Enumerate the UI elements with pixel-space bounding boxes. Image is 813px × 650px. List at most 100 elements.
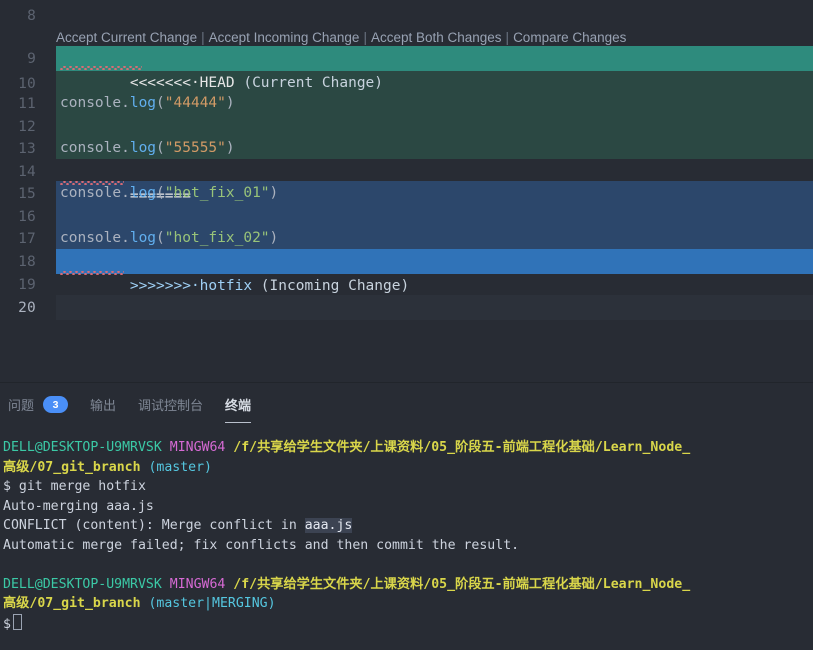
editor-line-13[interactable]: 13 console.log("55555") — [0, 136, 813, 161]
codelens-separator-1: | — [201, 30, 205, 45]
token-paren-close: ) — [225, 95, 235, 111]
line-number: 15 — [18, 185, 36, 202]
token-paren-open: ( — [156, 140, 165, 156]
prompt-path: /f/共享给学生文件夹/上课资料/05_阶段五-前端工程化基础/Learn_No… — [233, 440, 691, 455]
accept-current-change-link[interactable]: Accept Current Change — [56, 30, 197, 45]
token-dot: . — [121, 230, 130, 246]
line-content[interactable]: console.log("55555") — [60, 136, 813, 161]
line-content[interactable]: console.log("44444") — [60, 91, 813, 116]
token-string: "hot_fix_02" — [164, 230, 270, 246]
tab-debug-console[interactable]: 调试控制台 — [138, 391, 203, 423]
error-squiggle — [60, 66, 142, 70]
editor-line-17[interactable]: 17 console.log("hot_fix_02") — [0, 226, 813, 251]
conflict-marker-hotfix: >>>>>>>·hotfix — [129, 278, 253, 294]
token-dot: . — [121, 140, 130, 156]
terminal-cursor — [12, 613, 22, 630]
line-number: 19 — [18, 276, 36, 293]
prompt-path-wrap: 高级/07_git_branch — [3, 596, 141, 611]
token-paren-close: ) — [269, 185, 279, 201]
token-paren-open: ( — [156, 185, 165, 201]
editor-line-11[interactable]: 11 console.log("44444") — [0, 91, 813, 116]
conflict-label-incoming: (Incoming Change) — [252, 278, 410, 294]
prompt-user-host: DELL@DESKTOP-U9MRVSK — [3, 440, 162, 455]
line-number: 9 — [27, 50, 36, 67]
line-content[interactable]: console.log("hot_fix_02") — [60, 226, 813, 251]
terminal-output[interactable]: DELL@DESKTOP-U9MRVSK MINGW64 /f/共享给学生文件夹… — [0, 438, 813, 650]
editor-line-18[interactable]: 18 >>>>>>>·hotfix (Incoming Change) — [0, 249, 813, 294]
terminal-conflict-line: CONFLICT (content): Merge conflict in aa… — [0, 516, 813, 536]
prompt-branch: (master|MERGING) — [148, 596, 276, 611]
line-number: 10 — [18, 75, 36, 92]
prompt-branch: (master) — [148, 459, 213, 475]
line-number: 14 — [18, 163, 36, 180]
codelens-separator-2: | — [363, 30, 367, 45]
tab-label: 输出 — [90, 398, 117, 413]
output-text: Auto-merging aaa.js — [3, 498, 154, 514]
line-number: 13 — [18, 140, 36, 157]
vscode-window: 8 Accept Current Change | Accept Incoming … — [0, 0, 813, 650]
accept-both-changes-link[interactable]: Accept Both Changes — [371, 30, 502, 45]
token-console: console — [60, 140, 122, 156]
scrolled-off-line-fragment — [0, 0, 813, 5]
prompt-path-wrap: 高级/07_git_branch — [3, 459, 141, 475]
conflict-marker-head: <<<<<<<·HEAD — [129, 75, 235, 91]
token-string: "55555" — [164, 140, 226, 156]
line-content[interactable]: >>>>>>>·hotfix (Incoming Change) — [60, 249, 813, 294]
token-log: log — [129, 95, 157, 111]
terminal-line: DELL@DESKTOP-U9MRVSK MINGW64 /f/共享给学生文件夹… — [0, 438, 813, 458]
token-console: console — [60, 230, 122, 246]
editor-line-8[interactable]: 8 — [0, 3, 813, 28]
token-paren-open: ( — [156, 230, 165, 246]
line-number: 17 — [18, 230, 36, 247]
line-number: 16 — [18, 208, 36, 225]
token-log: log — [129, 140, 157, 156]
line-content[interactable]: <<<<<<<·HEAD (Current Change) — [60, 46, 813, 91]
accept-incoming-change-link[interactable]: Accept Incoming Change — [209, 30, 360, 45]
token-paren-close: ) — [225, 140, 235, 156]
terminal-line: 高级/07_git_branch (master|MERGING) — [0, 594, 813, 614]
line-number: 11 — [18, 95, 36, 112]
panel-tab-bar[interactable]: 问题 3 输出 调试控制台 终端 — [0, 391, 813, 427]
token-dot: . — [121, 185, 130, 201]
terminal-line: Auto-merging aaa.js — [0, 497, 813, 517]
editor-line-9[interactable]: 9 <<<<<<<·HEAD (Current Change) — [0, 46, 813, 91]
conflict-filename: aaa.js — [304, 518, 353, 533]
token-string: "44444" — [164, 95, 226, 111]
code-editor[interactable]: 8 Accept Current Change | Accept Incoming … — [0, 0, 813, 382]
tab-problems[interactable]: 问题 3 — [8, 391, 69, 423]
prompt-path: /f/共享给学生文件夹/上课资料/05_阶段五-前端工程化基础/Learn_No… — [233, 576, 691, 592]
line-content[interactable] — [60, 295, 813, 320]
terminal-line: Automatic merge failed; fix conflicts an… — [0, 536, 813, 556]
output-text: Automatic merge failed; fix conflicts an… — [3, 537, 520, 553]
line-number: 18 — [18, 253, 36, 270]
merge-conflict-codelens[interactable]: Accept Current Change | Accept Incoming Ch… — [56, 28, 626, 48]
prompt-shell: MINGW64 — [169, 440, 226, 455]
token-console: console — [60, 95, 122, 111]
line-number: 12 — [18, 118, 36, 135]
prompt-user-host: DELL@DESKTOP-U9MRVSK — [3, 576, 162, 592]
token-string: "hot_fix_01" — [164, 185, 270, 201]
compare-changes-link[interactable]: Compare Changes — [513, 30, 626, 45]
terminal-input-line[interactable]: $ — [0, 613, 813, 634]
conflict-prefix: CONFLICT (content): Merge conflict in — [3, 518, 305, 533]
tab-label: 问题 — [8, 398, 35, 413]
token-log: log — [129, 230, 157, 246]
terminal-line: 高级/07_git_branch (master) — [0, 458, 813, 478]
token-paren-close: ) — [269, 230, 279, 246]
tab-label: 调试控制台 — [138, 398, 204, 413]
editor-line-20[interactable]: 20 — [0, 295, 813, 320]
token-log: log — [129, 185, 157, 201]
error-squiggle — [60, 181, 124, 185]
tab-terminal[interactable]: 终端 — [225, 391, 252, 423]
tab-label: 终端 — [225, 398, 252, 413]
token-paren-open: ( — [156, 95, 165, 111]
prompt-symbol: $ — [3, 616, 11, 632]
prompt-shell: MINGW64 — [169, 576, 226, 592]
conflict-label-current: (Current Change) — [234, 75, 384, 91]
line-content[interactable] — [60, 3, 813, 28]
tab-output[interactable]: 输出 — [90, 391, 116, 423]
problems-count-badge: 3 — [43, 396, 69, 413]
